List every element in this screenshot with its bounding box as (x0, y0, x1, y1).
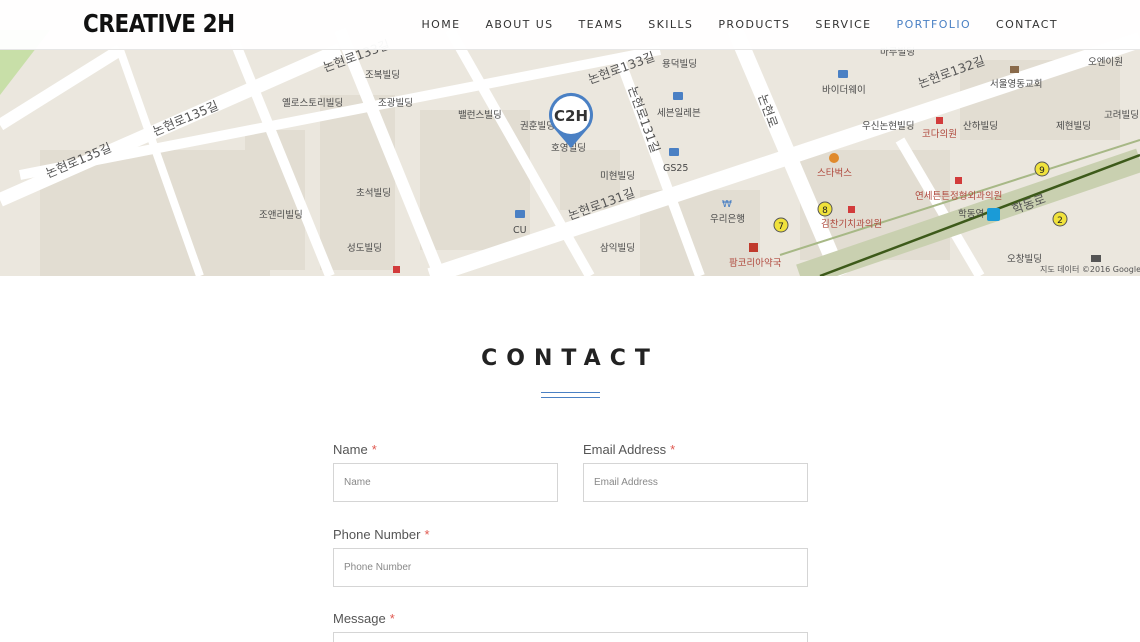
poi-label: 바이더웨이 (822, 84, 866, 96)
required-marker: * (670, 442, 676, 457)
nav-teams[interactable]: TEAMS (579, 18, 624, 31)
subway-station-icon[interactable] (987, 208, 1000, 221)
poi-label: 스타벅스 (817, 168, 852, 179)
title-divider (541, 392, 600, 398)
subway-line-icon[interactable]: 8 (817, 201, 833, 217)
poi-label: 우리은행 (710, 213, 745, 225)
building-label: 조앤리빌딩 (259, 210, 303, 221)
marker-label: C2H (554, 107, 588, 125)
poi-label: 연세튼튼정형외과의원 (915, 190, 1002, 202)
email-input[interactable] (583, 463, 808, 502)
message-textarea[interactable] (333, 632, 808, 642)
building-label: 성도빌딩 (347, 243, 382, 254)
building-label: 옐로스토리빌딩 (282, 98, 343, 109)
message-label: Message * (333, 611, 395, 626)
station-number: 8 (822, 206, 828, 216)
building-label: 용덕빌딩 (662, 59, 697, 70)
poi-label: GS25 (663, 163, 688, 174)
hospital-icon[interactable] (936, 117, 943, 124)
phone-input[interactable] (333, 548, 808, 587)
building-label: 조복빌딩 (365, 70, 400, 81)
poi-label: 세븐일레븐 (657, 108, 701, 119)
building-label: 제현빌딩 (1056, 121, 1091, 132)
nav-contact[interactable]: CONTACT (996, 18, 1058, 31)
store-icon[interactable] (515, 210, 525, 218)
store-icon[interactable] (838, 70, 848, 78)
bank-icon[interactable]: ₩ (722, 199, 732, 210)
building-label: 우신논현빌딩 (862, 121, 914, 132)
subway-line-icon[interactable]: 9 (1034, 161, 1050, 177)
email-label-text: Email Address (583, 442, 667, 457)
cafe-icon[interactable] (829, 153, 839, 163)
nav-home[interactable]: HOME (422, 18, 461, 31)
building-label: 권훈빌딩 (520, 120, 555, 132)
poi-label: 김찬기치과의원 (821, 218, 882, 230)
hospital-icon[interactable] (848, 206, 855, 213)
name-label-text: Name (333, 442, 368, 457)
building-label: 미현빌딩 (600, 171, 635, 182)
site-logo[interactable]: CREATIVE 2H (83, 9, 235, 38)
email-label: Email Address * (583, 442, 675, 457)
hospital-icon[interactable] (955, 177, 962, 184)
nav-service[interactable]: SERVICE (815, 18, 871, 31)
building-label: 산하빌딩 (963, 120, 998, 132)
poi-label: CU (513, 225, 527, 236)
nav-about-us[interactable]: ABOUT US (486, 18, 554, 31)
svg-text:₩: ₩ (722, 199, 732, 210)
name-label: Name * (333, 442, 377, 457)
pharmacy-icon[interactable] (749, 243, 758, 252)
store-icon[interactable] (673, 92, 683, 100)
store-icon[interactable] (669, 148, 679, 156)
building-label: 조광빌딩 (378, 97, 413, 109)
phone-label-text: Phone Number (333, 527, 421, 542)
poi-label: 코다의원 (922, 129, 957, 140)
building-label: 삼익빌딩 (600, 242, 635, 254)
building-label: 고려빌딩 (1104, 109, 1139, 121)
poi-label: 팜코리아약국 (729, 257, 782, 269)
main-nav: HOME ABOUT US TEAMS SKILLS PRODUCTS SERV… (397, 18, 1058, 31)
required-marker: * (371, 442, 377, 457)
station-label: 학동역 (958, 209, 984, 220)
building-label: 서울영동교회 (990, 79, 1042, 90)
building-label: 오엔이원 (1088, 57, 1123, 68)
station-number: 7 (778, 222, 784, 232)
nav-portfolio[interactable]: PORTFOLIO (897, 18, 971, 31)
site-header: CREATIVE 2H HOME ABOUT US TEAMS SKILLS P… (0, 0, 1140, 50)
nav-products[interactable]: PRODUCTS (718, 18, 790, 31)
station-number: 2 (1057, 216, 1063, 226)
map-attribution[interactable]: 지도 데이터 ©2016 Google, SI (1040, 264, 1140, 274)
nav-skills[interactable]: SKILLS (648, 18, 693, 31)
subway-line-icon[interactable]: 7 (773, 217, 789, 233)
building-label: 오창빌딩 (1007, 254, 1042, 265)
church-icon[interactable] (1010, 66, 1019, 73)
mail-icon[interactable] (1091, 255, 1101, 262)
required-marker: * (424, 527, 430, 542)
message-label-text: Message (333, 611, 386, 626)
building-label: 밸런스빌딩 (458, 110, 502, 121)
phone-label: Phone Number * (333, 527, 430, 542)
subway-line-icon[interactable]: 2 (1052, 211, 1068, 227)
name-input[interactable] (333, 463, 558, 502)
required-marker: * (389, 611, 395, 626)
section-title: CONTACT (481, 346, 659, 371)
hospital-icon[interactable] (393, 266, 400, 273)
building-label: 초석빌딩 (356, 188, 391, 199)
station-number: 9 (1039, 166, 1045, 176)
